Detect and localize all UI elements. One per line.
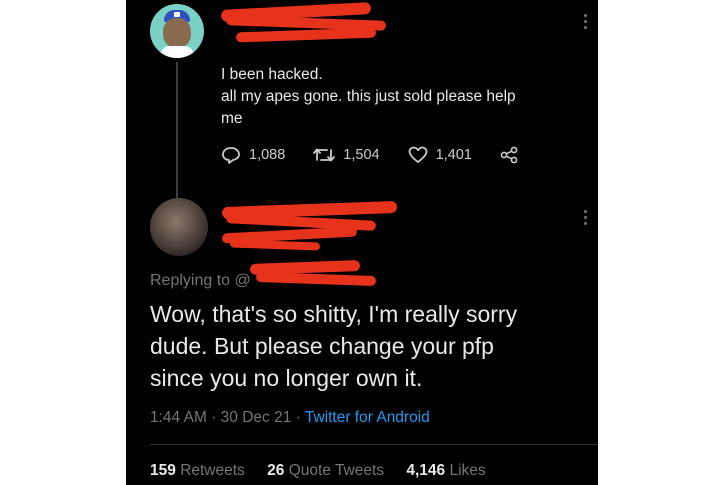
- tweet-line: all my apes gone. this just sold please …: [221, 88, 516, 105]
- tweet-date[interactable]: 30 Dec 21: [221, 409, 292, 426]
- tweet-line: I been hacked.: [221, 66, 323, 83]
- like-icon: [408, 146, 427, 163]
- likes-label: Likes: [449, 462, 486, 479]
- more-icon: [584, 210, 587, 213]
- meta-separator: ·: [295, 409, 301, 426]
- thread-line: [176, 62, 178, 202]
- like-button[interactable]: 1,401: [408, 146, 472, 164]
- more-icon: [584, 14, 587, 17]
- original-tweet-text: I been hacked. all my apes gone. this ju…: [221, 64, 581, 130]
- likes-count: 4,146: [406, 462, 446, 479]
- redacted-handle-reply-2: [229, 239, 321, 251]
- tweet-actions: 1,088 1,504 1,401: [221, 144, 554, 166]
- retweets-label: Retweets: [180, 462, 245, 479]
- likes-stat[interactable]: 4,146 Likes: [406, 462, 485, 480]
- more-options-original[interactable]: [584, 14, 588, 32]
- divider: [150, 444, 598, 445]
- share-icon: [500, 146, 518, 164]
- tweet-screen: I been hacked. all my apes gone. this ju…: [126, 0, 598, 485]
- like-count: 1,401: [435, 147, 472, 163]
- redacted-replying-handle-2: [255, 271, 377, 287]
- avatar-shirt: [160, 46, 194, 58]
- tweet-line: me: [221, 110, 243, 127]
- replying-to: Replying to @: [150, 272, 251, 290]
- redacted-handle-original: [235, 27, 377, 43]
- reply-tweet-text: Wow, that's so shitty, I'm really sorry …: [150, 298, 590, 394]
- tweet-line: dude. But please change your pfp: [150, 333, 494, 359]
- retweet-icon: [313, 148, 336, 162]
- tweet-source[interactable]: Twitter for Android: [305, 409, 430, 426]
- avatar-original[interactable]: [150, 4, 204, 58]
- tweet-time[interactable]: 1:44 AM: [150, 409, 207, 426]
- share-button[interactable]: [500, 146, 526, 164]
- meta-separator: ·: [211, 409, 217, 426]
- reply-button[interactable]: 1,088: [221, 146, 285, 164]
- avatar-reply[interactable]: [150, 198, 208, 256]
- replying-to-label: Replying to @: [150, 272, 251, 289]
- more-options-reply[interactable]: [584, 210, 588, 228]
- quote-tweets-label: Quote Tweets: [288, 462, 385, 479]
- tweet-stats: 159 Retweets 26 Quote Tweets 4,146 Likes: [150, 462, 504, 480]
- reply-icon: [222, 147, 240, 164]
- retweets-count: 159: [150, 462, 176, 479]
- retweet-button[interactable]: 1,504: [313, 147, 380, 163]
- retweets-stat[interactable]: 159 Retweets: [150, 462, 245, 480]
- quote-tweets-stat[interactable]: 26 Quote Tweets: [267, 462, 384, 480]
- tweet-line: Wow, that's so shitty, I'm really sorry: [150, 301, 518, 327]
- reply-count: 1,088: [249, 147, 286, 163]
- tweet-line: since you no longer own it.: [150, 365, 423, 391]
- tweet-meta: 1:44 AM · 30 Dec 21 · Twitter for Androi…: [150, 409, 430, 427]
- avatar-ape-face: [163, 18, 191, 48]
- quote-tweets-count: 26: [267, 462, 285, 479]
- retweet-count: 1,504: [343, 147, 380, 163]
